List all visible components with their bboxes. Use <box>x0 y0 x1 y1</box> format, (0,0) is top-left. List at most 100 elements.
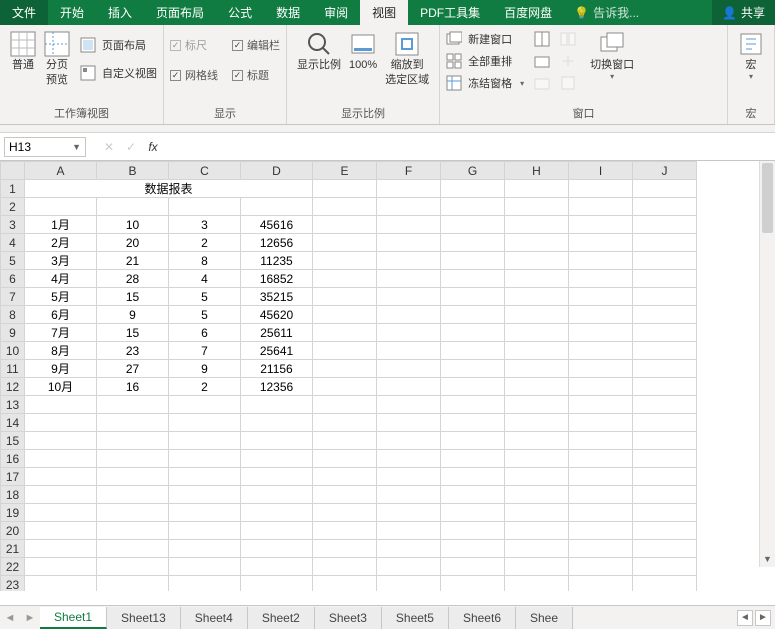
cell[interactable] <box>313 504 377 522</box>
hscroll-left[interactable]: ◄ <box>737 610 753 626</box>
cell[interactable] <box>377 234 441 252</box>
cell[interactable]: 10月 <box>25 378 97 396</box>
row-header[interactable]: 19 <box>1 504 25 522</box>
cell[interactable] <box>569 378 633 396</box>
select-all-corner[interactable] <box>1 162 25 180</box>
cell[interactable] <box>241 540 313 558</box>
row-header[interactable]: 23 <box>1 576 25 592</box>
gridlines-checkbox[interactable]: ✓网格线 <box>170 67 218 83</box>
cell[interactable] <box>377 396 441 414</box>
cell[interactable]: 20 <box>97 234 169 252</box>
cell[interactable] <box>505 234 569 252</box>
cell[interactable] <box>313 396 377 414</box>
row-header[interactable]: 9 <box>1 324 25 342</box>
row-header[interactable]: 17 <box>1 468 25 486</box>
cell[interactable] <box>505 198 569 216</box>
cell[interactable] <box>97 432 169 450</box>
cell[interactable] <box>569 360 633 378</box>
reset-window-button[interactable] <box>560 75 576 91</box>
hide-button[interactable] <box>534 53 550 69</box>
cell[interactable] <box>505 360 569 378</box>
cell[interactable] <box>633 198 697 216</box>
cell[interactable] <box>377 216 441 234</box>
cell[interactable] <box>441 360 505 378</box>
cell[interactable] <box>505 432 569 450</box>
cell[interactable] <box>313 252 377 270</box>
menu-tab-数据[interactable]: 数据 <box>264 0 312 25</box>
cell[interactable] <box>633 360 697 378</box>
cell[interactable] <box>377 522 441 540</box>
cell[interactable] <box>505 378 569 396</box>
cell[interactable] <box>97 468 169 486</box>
cell[interactable] <box>505 216 569 234</box>
cell[interactable] <box>97 504 169 522</box>
cell[interactable] <box>569 234 633 252</box>
cell[interactable]: 45616 <box>241 216 313 234</box>
menu-tab-公式[interactable]: 公式 <box>216 0 264 25</box>
cell[interactable] <box>25 486 97 504</box>
menu-tab-审阅[interactable]: 审阅 <box>312 0 360 25</box>
cell[interactable] <box>505 450 569 468</box>
page-layout-button[interactable]: 页面布局 <box>80 37 157 53</box>
cell[interactable]: 5 <box>169 288 241 306</box>
cell[interactable] <box>505 558 569 576</box>
share-button[interactable]: 👤共享 <box>712 0 775 25</box>
cell[interactable] <box>441 324 505 342</box>
row-header[interactable]: 8 <box>1 306 25 324</box>
cell[interactable] <box>377 180 441 198</box>
insert-function-button[interactable]: fx <box>142 140 164 154</box>
cell[interactable] <box>377 252 441 270</box>
cell[interactable] <box>313 450 377 468</box>
cell[interactable] <box>441 486 505 504</box>
cell[interactable] <box>505 324 569 342</box>
sheet-tab[interactable]: Sheet4 <box>181 607 248 629</box>
cell[interactable] <box>569 576 633 592</box>
cell[interactable] <box>241 468 313 486</box>
cell[interactable]: 11235 <box>241 252 313 270</box>
cell[interactable]: 2 <box>169 234 241 252</box>
row-header[interactable]: 18 <box>1 486 25 504</box>
cell[interactable]: 9月 <box>25 360 97 378</box>
row-header[interactable]: 10 <box>1 342 25 360</box>
cell[interactable]: 7 <box>169 342 241 360</box>
vertical-scrollbar[interactable]: ▲ ▼ <box>759 161 775 567</box>
cell[interactable] <box>377 414 441 432</box>
cell[interactable]: 27 <box>97 360 169 378</box>
cell[interactable] <box>505 288 569 306</box>
switch-windows-button[interactable]: 切换窗口 ▾ <box>586 29 638 91</box>
cell[interactable] <box>505 342 569 360</box>
cell[interactable] <box>241 558 313 576</box>
cell[interactable]: 数量 <box>169 198 241 216</box>
row-header[interactable]: 5 <box>1 252 25 270</box>
cell[interactable]: 25641 <box>241 342 313 360</box>
normal-view-button[interactable]: 普通 <box>6 29 40 89</box>
unhide-button[interactable] <box>534 75 550 91</box>
cell[interactable] <box>377 324 441 342</box>
cell[interactable] <box>169 504 241 522</box>
row-header[interactable]: 21 <box>1 540 25 558</box>
cell[interactable] <box>441 414 505 432</box>
cell[interactable] <box>441 288 505 306</box>
cell[interactable] <box>441 342 505 360</box>
column-header[interactable]: I <box>569 162 633 180</box>
cell[interactable]: 8 <box>169 252 241 270</box>
row-header[interactable]: 13 <box>1 396 25 414</box>
menu-tab-页面布局[interactable]: 页面布局 <box>144 0 216 25</box>
cell[interactable] <box>441 216 505 234</box>
cell[interactable] <box>25 468 97 486</box>
cell[interactable]: 3 <box>169 216 241 234</box>
cell[interactable] <box>569 252 633 270</box>
cell[interactable]: 16852 <box>241 270 313 288</box>
row-header[interactable]: 12 <box>1 378 25 396</box>
cell[interactable]: 2 <box>169 378 241 396</box>
cell[interactable] <box>313 486 377 504</box>
cell[interactable] <box>633 504 697 522</box>
cell[interactable] <box>505 180 569 198</box>
cancel-formula-button[interactable]: ✕ <box>98 140 120 154</box>
cell[interactable] <box>569 432 633 450</box>
cell[interactable] <box>505 522 569 540</box>
arrange-all-button[interactable]: 全部重排 <box>446 53 524 69</box>
cell[interactable] <box>441 198 505 216</box>
cell[interactable]: 21 <box>97 252 169 270</box>
cell[interactable] <box>505 540 569 558</box>
